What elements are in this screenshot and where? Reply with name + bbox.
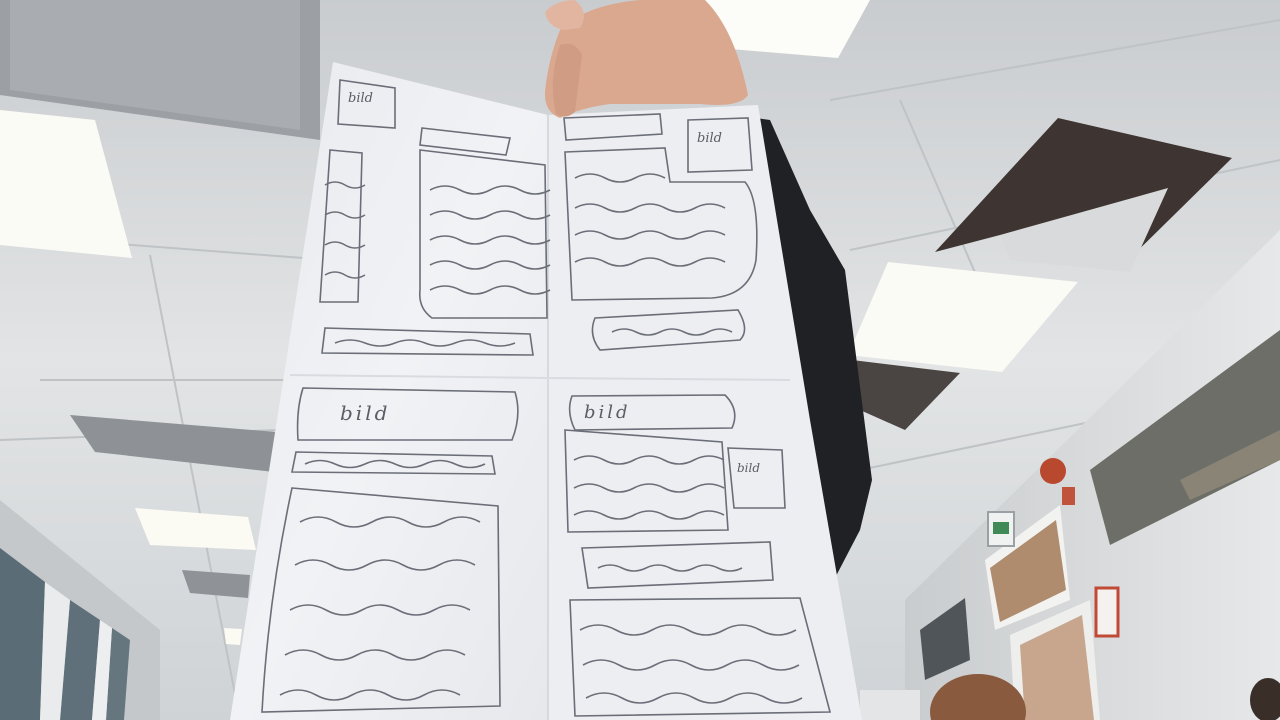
scene-svg: bild bild bild bild bild [0,0,1280,720]
doorway-back [860,690,920,720]
sketch-label: bild [348,91,373,106]
fire-alarm-icon [1040,458,1066,484]
hand [544,0,748,118]
sketch-label: bild [697,131,722,146]
sketch-label: bild [340,401,390,425]
photo-scene: bild bild bild bild bild [0,0,1280,720]
sketch-label: bild [737,461,760,475]
sketch-label: bild [584,402,631,423]
exit-sign-green [993,522,1009,534]
fire-sign [1062,487,1075,505]
ceiling-light [224,628,242,645]
fire-extinguisher-sign [1094,586,1120,638]
